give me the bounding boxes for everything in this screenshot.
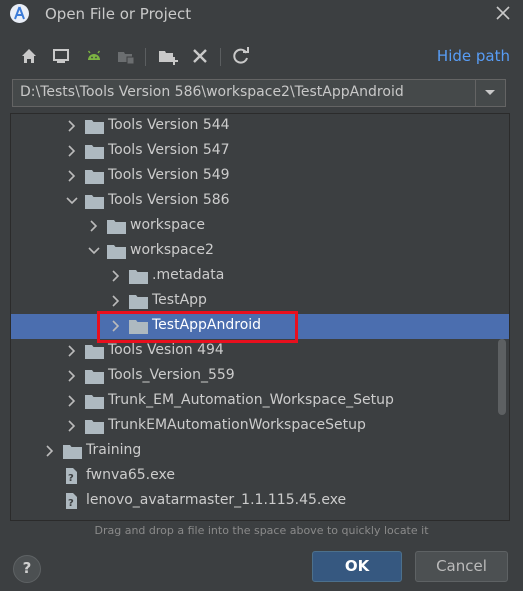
tree-item-label: lenovo_avatarmaster_1.1.115.45.exe [86,492,347,508]
chevron-right-icon[interactable] [65,393,79,409]
tree-folder-row[interactable]: workspace [11,214,509,239]
folder-icon [85,369,104,384]
tree-item-label: Trunk_EM_Automation_Workspace_Setup [108,392,394,408]
desktop-icon[interactable] [50,45,72,67]
chevron-right-icon[interactable] [65,418,79,434]
tree-folder-row[interactable]: Tools Version 586 [11,189,509,214]
tree-item-label: Training [86,442,142,458]
tree-folder-row[interactable]: Tools_Version_559 [11,364,509,389]
tree-item-label: Tools Version 549 [108,167,230,183]
folder-icon [85,194,104,209]
folder-icon [63,444,82,459]
chevron-right-icon[interactable] [65,118,79,134]
folder-icon [85,119,104,134]
folder-icon [85,169,104,184]
tree-item-label: workspace2 [130,242,214,258]
chevron-right-icon[interactable] [109,293,123,309]
delete-icon[interactable] [189,45,211,67]
tree-folder-row[interactable]: Tools Version 547 [11,139,509,164]
folder-icon [129,294,148,309]
tree-item-label: Tools_Version_559 [108,367,235,383]
selection-highlight-box [97,311,298,343]
new-folder-icon[interactable] [157,45,179,67]
cancel-button[interactable]: Cancel [415,551,508,582]
unknown-file-icon: ? [63,492,79,510]
tree-item-label: Tools Version 586 [108,192,230,208]
path-dropdown-button[interactable] [475,80,505,106]
svg-text:?: ? [68,498,74,509]
tree-item-label: Tools Version 547 [108,142,230,158]
tree-file-row[interactable]: ? fwnva65.exe [11,464,509,489]
android-studio-icon [10,4,29,23]
refresh-icon[interactable] [230,45,252,67]
android-icon[interactable] [83,45,105,67]
tree-item-label: workspace [130,217,205,233]
ok-button[interactable]: OK [312,551,402,582]
tree-folder-row[interactable]: workspace2 [11,239,509,264]
hide-path-link[interactable]: Hide path [437,47,510,65]
toolbar: Hide path [0,42,523,72]
home-icon[interactable] [18,45,40,67]
tree-folder-row[interactable]: Training [11,439,509,464]
close-icon[interactable] [493,3,513,23]
chevron-down-icon[interactable] [87,243,101,259]
file-tree[interactable]: Tools Version 544 Tools Version 547 Tools … [10,113,510,521]
chevron-down-icon[interactable] [65,193,79,209]
chevron-down-icon [485,90,495,95]
svg-text:?: ? [68,473,74,484]
path-combobox[interactable]: D:\Tests\Tools Version 586\workspace2\Te… [12,79,506,107]
chevron-right-icon[interactable] [65,368,79,384]
tree-folder-row[interactable]: .metadata [11,264,509,289]
folder-icon [107,244,126,259]
window-title: Open File or Project [45,5,192,23]
tree-file-row[interactable]: ? lenovo_avatarmaster_1.1.115.45.exe [11,489,509,514]
folder-icon [85,419,104,434]
tree-item-label: Tools Version 544 [108,117,230,133]
tree-folder-row[interactable]: TrunkEMAutomationWorkspaceSetup [11,414,509,439]
folder-icon [85,344,104,359]
chevron-right-icon[interactable] [65,343,79,359]
folder-icon [107,219,126,234]
chevron-right-icon[interactable] [87,218,101,234]
chevron-right-icon[interactable] [109,268,123,284]
tree-item-label: TrunkEMAutomationWorkspaceSetup [108,417,366,433]
help-button-label: ? [22,559,32,577]
tree-scrollbar[interactable] [498,339,506,415]
tree-folder-row[interactable]: Tools Version 544 [11,114,509,139]
tree-item-label: TestApp [152,292,207,308]
unknown-file-icon: ? [63,467,79,485]
drag-drop-hint: Drag and drop a file into the space abov… [94,524,429,537]
folder-icon [85,144,104,159]
tree-item-label: Tools Vesion 494 [108,342,224,358]
chevron-right-icon[interactable] [65,143,79,159]
folder-icon [85,394,104,409]
tree-item-label: .metadata [152,267,225,283]
module-icon[interactable] [115,45,137,67]
folder-icon [129,269,148,284]
tree-folder-row[interactable]: Trunk_EM_Automation_Workspace_Setup [11,389,509,414]
title-bar: Open File or Project [0,0,523,30]
tree-folder-row[interactable]: Tools Version 549 [11,164,509,189]
path-input[interactable]: D:\Tests\Tools Version 586\workspace2\Te… [20,84,404,100]
help-button[interactable]: ? [13,555,41,583]
chevron-right-icon[interactable] [43,443,57,459]
chevron-right-icon[interactable] [65,168,79,184]
tree-item-label: fwnva65.exe [86,467,175,483]
